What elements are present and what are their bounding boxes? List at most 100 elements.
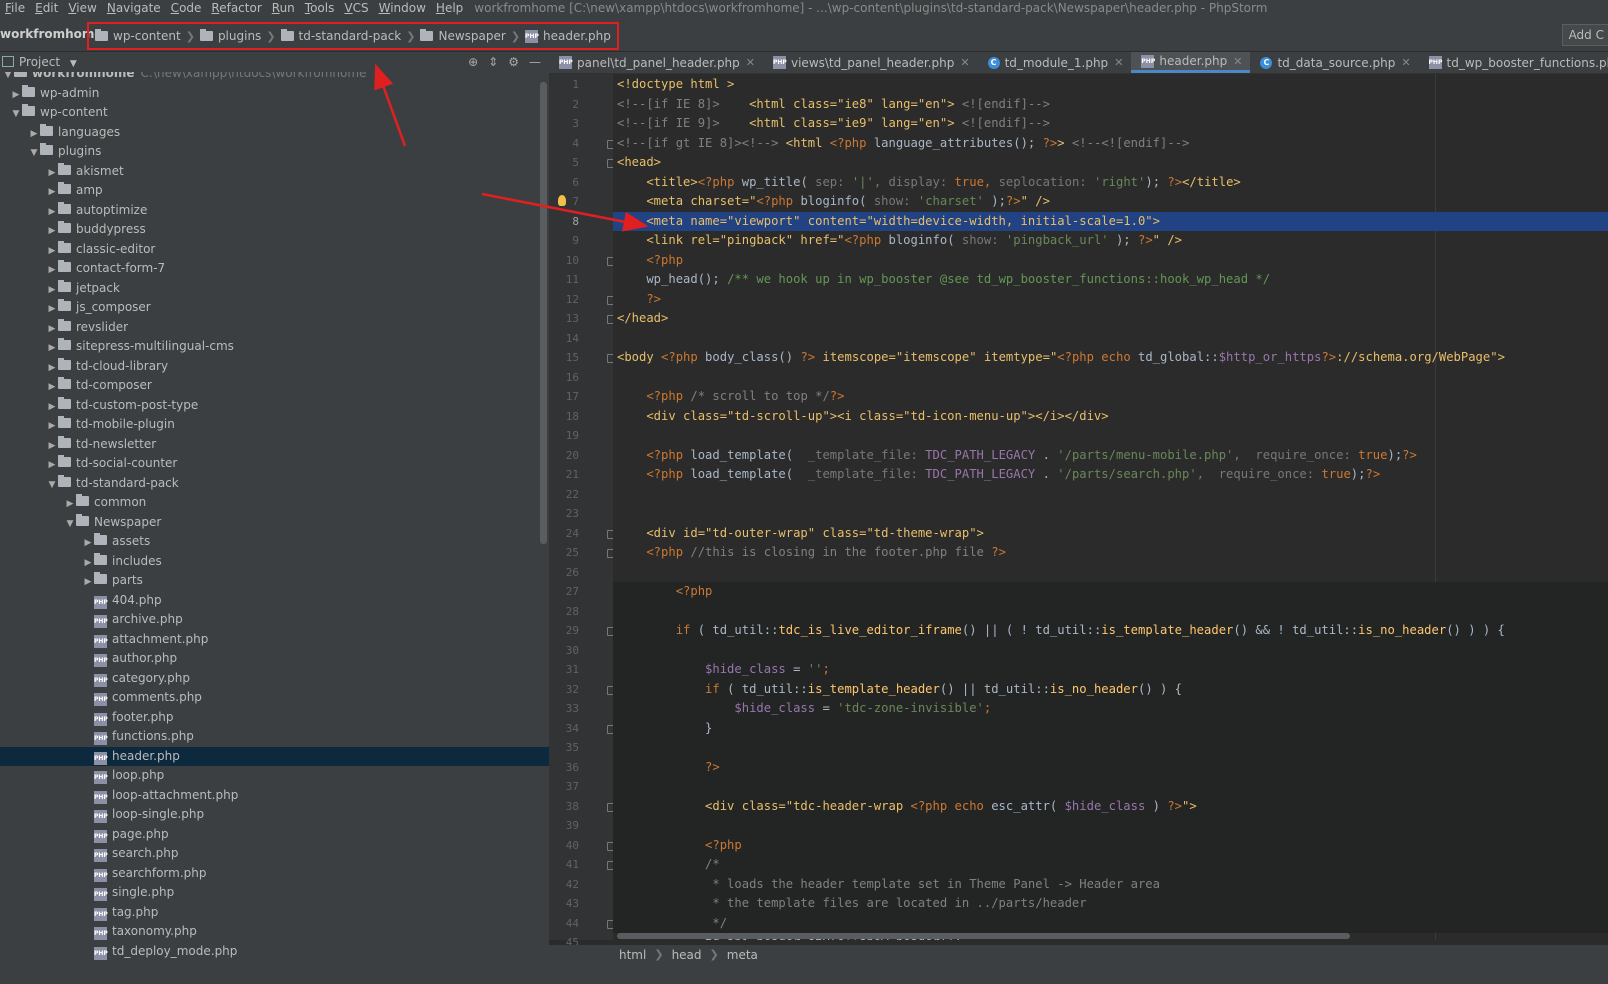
breadcrumb-td-standard-pack[interactable]: td-standard-pack [278, 29, 405, 43]
tree-item-404-php[interactable]: PHP 404.php [0, 591, 549, 611]
breadcrumb-plugins[interactable]: plugins [197, 29, 264, 43]
code-token: = [785, 662, 808, 676]
breadcrumb-newspaper[interactable]: Newspaper [417, 29, 508, 43]
tree-item-loop-attachment-php[interactable]: PHP loop-attachment.php [0, 786, 549, 806]
tab-td-module-1-php[interactable]: Ctd_module_1.php ✕ [978, 52, 1132, 73]
tree-item-autoptimize[interactable]: ▶ autoptimize [0, 201, 549, 221]
tree-item-td-standard-pack[interactable]: ▼ td-standard-pack [0, 474, 549, 494]
tab-header-php[interactable]: PHP header.php ✕ [1131, 52, 1251, 73]
tree-item-newspaper[interactable]: ▼ Newspaper [0, 513, 549, 533]
tree-item-includes[interactable]: ▶ includes [0, 552, 549, 572]
tree-item-assets[interactable]: ▶ assets [0, 532, 549, 552]
breadcrumb-label: wp-content [113, 29, 181, 43]
menu-item-view[interactable]: View [63, 0, 101, 18]
tree-item-akismet[interactable]: ▶ akismet [0, 162, 549, 182]
tree-item-buddypress[interactable]: ▶ buddypress [0, 220, 549, 240]
tab-views-td-panel-header-php[interactable]: PHP views\td_panel_header.php ✕ [763, 52, 978, 73]
tree-item-search-php[interactable]: PHP search.php [0, 844, 549, 864]
line-number: 30 [549, 641, 613, 661]
code-token: <![endif]--> [954, 116, 1050, 130]
tree-item-tag-php[interactable]: PHP tag.php [0, 903, 549, 923]
tree-item-js-composer[interactable]: ▶ js_composer [0, 298, 549, 318]
minimize-icon[interactable]: — [529, 52, 541, 72]
menu-item-refactor[interactable]: Refactor [206, 0, 266, 18]
tree-item-single-php[interactable]: PHP single.php [0, 883, 549, 903]
close-icon[interactable]: ✕ [960, 56, 969, 69]
tree-item-archive-php[interactable]: PHP archive.php [0, 610, 549, 630]
line-number-label: 34 [565, 721, 579, 735]
tree-item-loop-php[interactable]: PHP loop.php [0, 766, 549, 786]
add-configuration-button[interactable]: Add C [1561, 24, 1608, 46]
code-editor[interactable]: <!doctype html > <!--[if IE 8]> <html cla… [613, 74, 1608, 940]
tag-crumb-meta[interactable]: meta [727, 948, 758, 962]
menu-item-file[interactable]: File [0, 0, 30, 18]
tree-item-revslider[interactable]: ▶ revslider [0, 318, 549, 338]
tree-item-attachment-php[interactable]: PHP attachment.php [0, 630, 549, 650]
tree-item-searchform-php[interactable]: PHP searchform.php [0, 864, 549, 884]
locate-icon[interactable]: ⊕ [468, 52, 478, 72]
tree-item-common[interactable]: ▶ common [0, 493, 549, 513]
breadcrumb-wp-content[interactable]: wp-content [92, 29, 184, 43]
tree-item-comments-php[interactable]: PHP comments.php [0, 688, 549, 708]
tree-item-header-php[interactable]: PHP header.php [0, 746, 549, 766]
gear-icon[interactable]: ⚙ [508, 52, 519, 72]
tree-item-page-php[interactable]: PHP page.php [0, 825, 549, 845]
close-icon[interactable]: ✕ [1114, 56, 1123, 69]
line-number-label: 5 [572, 156, 579, 169]
tab-td-wp-booster-functions-php[interactable]: PHPtd_wp_booster_functions.php✕ [1419, 52, 1608, 73]
tree-item-classic-editor[interactable]: ▶ classic-editor [0, 240, 549, 260]
tree-root[interactable]: ▼ workfromhome C:\new\xampp\htdocs\workfro… [0, 72, 549, 84]
menu-item-window[interactable]: Window [374, 0, 431, 18]
editor-horizontal-scrollbar[interactable] [617, 933, 1350, 939]
tree-item-td-mobile-plugin[interactable]: ▶ td-mobile-plugin [0, 415, 549, 435]
tree-item-amp[interactable]: ▶ amp [0, 181, 549, 201]
tree-item-footer-php[interactable]: PHP footer.php [0, 708, 549, 728]
menu-item-help[interactable]: Help [431, 0, 468, 18]
tree-item-jetpack[interactable]: ▶ jetpack [0, 279, 549, 299]
tree-item-td-social-counter[interactable]: ▶ td-social-counter [0, 454, 549, 474]
tab-label: header.php [1159, 54, 1228, 68]
tree-item-td-cloud-library[interactable]: ▶ td-cloud-library [0, 357, 549, 377]
tree-item-parts[interactable]: ▶ parts [0, 571, 549, 591]
tree-item-wp-content[interactable]: ▼ wp-content [0, 103, 549, 123]
tree-item-plugins[interactable]: ▼ plugins [0, 142, 549, 162]
tree-item-taxonomy-php[interactable]: PHP taxonomy.php [0, 922, 549, 942]
menu-item-run[interactable]: Run [267, 0, 300, 18]
intention-bulb-icon[interactable] [558, 195, 566, 206]
close-icon[interactable]: ✕ [1233, 55, 1242, 68]
collapse-all-icon[interactable]: ⇕ [488, 52, 498, 72]
tab-td-data-source-php[interactable]: Ctd_data_source.php ✕ [1250, 52, 1418, 73]
menu-item-code[interactable]: Code [166, 0, 207, 18]
tree-item-sitepress-multilingual-cms[interactable]: ▶ sitepress-multilingual-cms [0, 337, 549, 357]
code-token: 'right' [1086, 174, 1146, 189]
tree-item-category-php[interactable]: PHP category.php [0, 669, 549, 689]
tree-item-functions-php[interactable]: PHP functions.php [0, 727, 549, 747]
line-number: 37 [549, 777, 613, 797]
close-icon[interactable]: ✕ [1401, 56, 1410, 69]
tree-item-td-newsletter[interactable]: ▶ td-newsletter [0, 435, 549, 455]
project-view-selector[interactable]: Project ▼ [2, 52, 77, 74]
breadcrumb-header-php[interactable]: PHP header.php [522, 29, 614, 43]
tree-item-td-deploy-mode-php[interactable]: PHP td_deploy_mode.php [0, 942, 549, 962]
project-scrollbar[interactable] [540, 82, 547, 544]
line-number: 31 [549, 660, 613, 680]
line-number-label: 3 [572, 117, 579, 130]
line-number: 26 [549, 563, 613, 583]
tree-item-td-composer[interactable]: ▶ td-composer [0, 376, 549, 396]
tree-item-languages[interactable]: ▶ languages [0, 123, 549, 143]
tree-item-wp-admin[interactable]: ▶ wp-admin [0, 84, 549, 104]
menu-item-navigate[interactable]: Navigate [102, 0, 166, 18]
menu-item-tools[interactable]: Tools [300, 0, 340, 18]
tag-crumb-head[interactable]: head [672, 948, 702, 962]
code-token: 'pingback_url' [998, 233, 1109, 247]
tree-item-td-custom-post-type[interactable]: ▶ td-custom-post-type [0, 396, 549, 416]
tree-item-loop-single-php[interactable]: PHP loop-single.php [0, 805, 549, 825]
menu-item-edit[interactable]: Edit [30, 0, 63, 18]
tree-item-author-php[interactable]: PHP author.php [0, 649, 549, 669]
code-token: show: [873, 194, 911, 208]
tag-crumb-html[interactable]: html [619, 948, 646, 962]
tree-item-contact-form-7[interactable]: ▶ contact-form-7 [0, 259, 549, 279]
menu-item-vcs[interactable]: VCS [339, 0, 373, 18]
close-icon[interactable]: ✕ [746, 56, 755, 69]
tab-panel-td-panel-header-php[interactable]: PHP panel\td_panel_header.php ✕ [549, 52, 763, 73]
